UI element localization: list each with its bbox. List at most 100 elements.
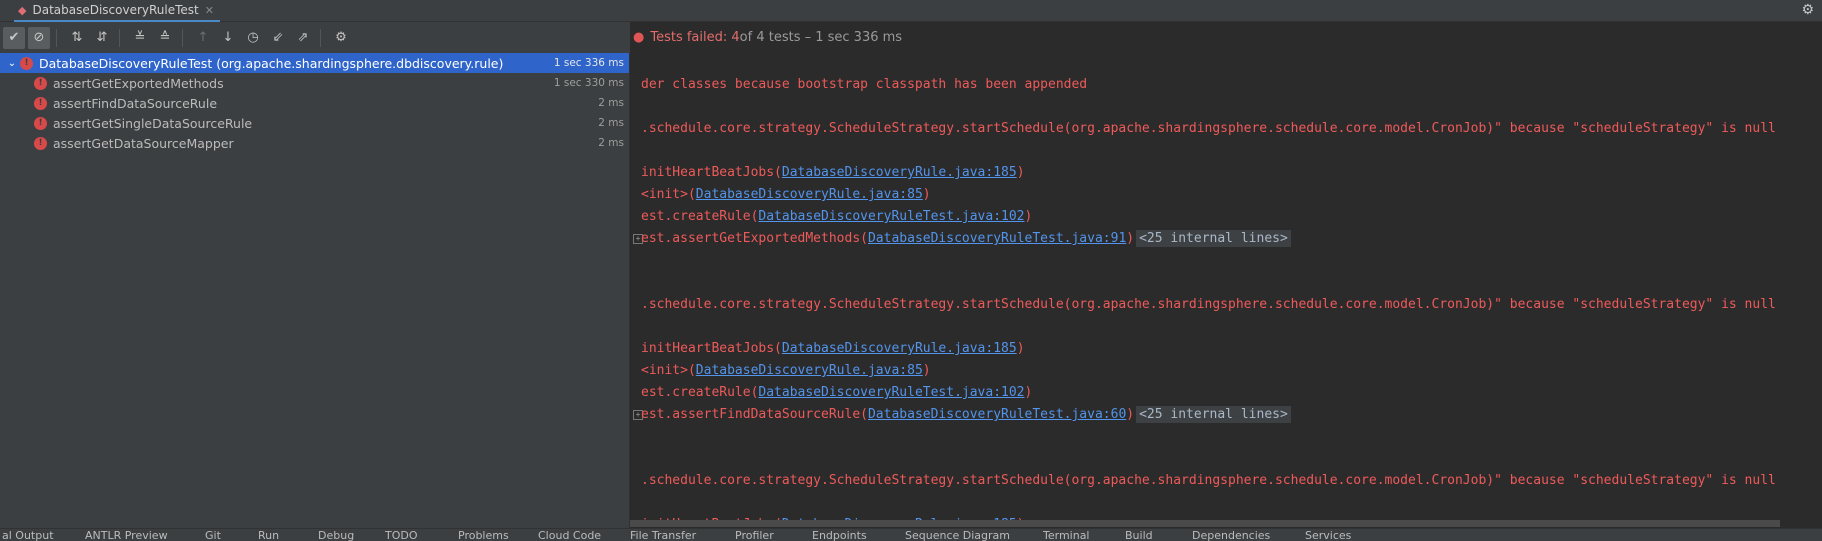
source-link[interactable]: DatabaseDiscoveryRuleTest.java:102 bbox=[758, 209, 1024, 224]
tool-tab[interactable]: al Output bbox=[2, 529, 54, 541]
toolbar-divider bbox=[182, 28, 183, 47]
stack-text: ) bbox=[1016, 341, 1025, 356]
tool-tab[interactable]: Debug bbox=[318, 529, 354, 541]
console-line: <init>(DatabaseDiscoveryRule.java:85) bbox=[641, 187, 931, 202]
stack-text: ) bbox=[1024, 385, 1033, 400]
stack-text: ) bbox=[1126, 231, 1135, 246]
stack-text: est.assertFindDataSourceRule( bbox=[641, 407, 868, 422]
test-tree: ⌄ ! DatabaseDiscoveryRuleTest (org.apach… bbox=[0, 53, 630, 528]
tool-tab[interactable]: Endpoints bbox=[812, 529, 867, 541]
export-icon[interactable]: ⇗ bbox=[292, 27, 314, 49]
source-link[interactable]: DatabaseDiscoveryRule.java:85 bbox=[696, 363, 923, 378]
history-icon[interactable]: ◷ bbox=[242, 27, 264, 49]
tool-tab[interactable]: Problems bbox=[458, 529, 509, 541]
test-run-icon: ◆ bbox=[18, 3, 27, 17]
error-icon: ● bbox=[633, 30, 645, 45]
tool-tab[interactable]: Dependencies bbox=[1192, 529, 1270, 541]
tool-tab[interactable]: ANTLR Preview bbox=[85, 529, 168, 541]
stack-text: est.createRule( bbox=[641, 209, 759, 224]
show-passed-icon[interactable]: ✔ bbox=[3, 26, 25, 49]
tool-tab[interactable]: Cloud Code bbox=[538, 529, 601, 541]
console-line: .schedule.core.strategy.ScheduleStrategy… bbox=[641, 121, 1776, 136]
stack-text: ) bbox=[922, 187, 931, 202]
prev-failed-icon[interactable]: ↑ bbox=[192, 27, 214, 49]
console-line: der classes because bootstrap classpath … bbox=[641, 77, 1088, 92]
error-icon: ! bbox=[34, 76, 47, 90]
tree-item-label: assertFindDataSourceRule bbox=[53, 95, 218, 111]
stack-text: ) bbox=[1016, 165, 1025, 180]
source-link[interactable]: DatabaseDiscoveryRule.java:185 bbox=[782, 165, 1017, 180]
console-line: est.assertFindDataSourceRule(DatabaseDis… bbox=[641, 406, 1291, 423]
collapse-all-icon[interactable]: ≙ bbox=[154, 27, 176, 49]
source-link[interactable]: DatabaseDiscoveryRule.java:185 bbox=[782, 341, 1017, 356]
tool-tab[interactable]: Services bbox=[1305, 529, 1351, 541]
test-runner-toolbar: ✔ ⊘ ⇅ ⇵ ≚ ≙ ↑ ↓ ◷ ⇙ ⇗ ⚙ bbox=[0, 22, 630, 53]
horizontal-scrollbar[interactable] bbox=[630, 520, 1780, 527]
console-line: initHeartBeatJobs(DatabaseDiscoveryRule.… bbox=[641, 165, 1025, 180]
run-tab[interactable]: ◆ DatabaseDiscoveryRuleTest ✕ bbox=[14, 0, 220, 22]
tool-tab[interactable]: Git bbox=[205, 529, 221, 541]
stack-text: ) bbox=[1024, 209, 1033, 224]
source-link[interactable]: DatabaseDiscoveryRuleTest.java:60 bbox=[868, 407, 1126, 422]
tool-tab[interactable]: Build bbox=[1125, 529, 1153, 541]
gear-icon[interactable]: ⚙ bbox=[1801, 2, 1814, 18]
console-line: est.assertGetExportedMethods(DatabaseDis… bbox=[641, 230, 1291, 247]
tool-window-bar: al Output ANTLR Preview Git Run Debug TO… bbox=[0, 528, 1822, 541]
tree-item-row[interactable]: ! assertGetDataSourceMapper 2 ms bbox=[0, 133, 629, 153]
source-link[interactable]: DatabaseDiscoveryRuleTest.java:91 bbox=[868, 231, 1126, 246]
tree-item-label: assertGetSingleDataSourceRule bbox=[53, 115, 253, 131]
console-line: <init>(DatabaseDiscoveryRule.java:85) bbox=[641, 363, 931, 378]
settings-icon[interactable]: ⚙ bbox=[330, 27, 352, 49]
console-line: .schedule.core.strategy.ScheduleStrategy… bbox=[641, 473, 1776, 488]
chevron-down-icon[interactable]: ⌄ bbox=[4, 58, 20, 69]
internal-lines-fold[interactable]: <25 internal lines> bbox=[1136, 406, 1291, 423]
stack-text: initHeartBeatJobs( bbox=[641, 341, 782, 356]
stack-text: initHeartBeatJobs( bbox=[641, 165, 782, 180]
close-icon[interactable]: ✕ bbox=[205, 4, 214, 17]
tree-item-label: assertGetExportedMethods bbox=[53, 75, 224, 91]
test-status: ● Tests failed: 4 of 4 tests – 1 sec 336… bbox=[633, 22, 902, 53]
tool-tab[interactable]: Run bbox=[258, 529, 279, 541]
tool-tab[interactable]: Profiler bbox=[735, 529, 774, 541]
tests-summary: of 4 tests – 1 sec 336 ms bbox=[739, 30, 903, 45]
run-tab-bar: ◆ DatabaseDiscoveryRuleTest ✕ ⚙ bbox=[0, 0, 1822, 22]
stack-text: est.createRule( bbox=[641, 385, 759, 400]
tree-item-row[interactable]: ! assertGetExportedMethods 1 sec 330 ms bbox=[0, 73, 629, 93]
tree-item-label: assertGetDataSourceMapper bbox=[53, 135, 234, 151]
expand-all-icon[interactable]: ≚ bbox=[129, 27, 151, 49]
tool-tab[interactable]: Terminal bbox=[1043, 529, 1090, 541]
next-failed-icon[interactable]: ↓ bbox=[217, 27, 239, 49]
tree-item-row[interactable]: ! assertGetSingleDataSourceRule 2 ms bbox=[0, 113, 629, 133]
source-link[interactable]: DatabaseDiscoveryRule.java:85 bbox=[696, 187, 923, 202]
tree-item-time: 2 ms bbox=[598, 97, 624, 109]
stack-text: ) bbox=[1126, 407, 1135, 422]
run-tab-title: DatabaseDiscoveryRuleTest bbox=[32, 3, 199, 17]
source-link[interactable]: DatabaseDiscoveryRuleTest.java:102 bbox=[758, 385, 1024, 400]
tree-root-time: 1 sec 336 ms bbox=[553, 57, 624, 69]
tree-item-time: 2 ms bbox=[598, 117, 624, 129]
import-icon[interactable]: ⇙ bbox=[267, 27, 289, 49]
tool-tab[interactable]: TODO bbox=[385, 529, 418, 541]
console-line: est.createRule(DatabaseDiscoveryRuleTest… bbox=[641, 209, 1032, 224]
console-line: est.createRule(DatabaseDiscoveryRuleTest… bbox=[641, 385, 1032, 400]
internal-lines-fold[interactable]: <25 internal lines> bbox=[1136, 230, 1291, 247]
error-icon: ! bbox=[34, 136, 47, 150]
sort-alpha-icon[interactable]: ⇅ bbox=[66, 27, 88, 49]
tests-failed-label: Tests failed: 4 bbox=[650, 30, 740, 45]
error-icon: ! bbox=[34, 96, 47, 110]
error-icon: ! bbox=[20, 56, 33, 70]
toolbar-divider bbox=[119, 28, 120, 47]
stack-text: <init>( bbox=[641, 363, 696, 378]
toolbar-divider bbox=[56, 28, 57, 47]
stack-text: est.assertGetExportedMethods( bbox=[641, 231, 868, 246]
show-ignored-icon[interactable]: ⊘ bbox=[28, 26, 50, 49]
tool-tab[interactable]: Sequence Diagram bbox=[905, 529, 1010, 541]
tool-tab[interactable]: File Transfer bbox=[630, 529, 696, 541]
tree-item-row[interactable]: ! assertFindDataSourceRule 2 ms bbox=[0, 93, 629, 113]
tree-item-time: 1 sec 330 ms bbox=[553, 77, 624, 89]
tree-root-row[interactable]: ⌄ ! DatabaseDiscoveryRuleTest (org.apach… bbox=[0, 53, 629, 73]
stack-text: ) bbox=[922, 363, 931, 378]
tree-item-time: 2 ms bbox=[598, 137, 624, 149]
console-output[interactable]: der classes because bootstrap classpath … bbox=[630, 53, 1822, 527]
sort-duration-icon[interactable]: ⇵ bbox=[91, 27, 113, 49]
